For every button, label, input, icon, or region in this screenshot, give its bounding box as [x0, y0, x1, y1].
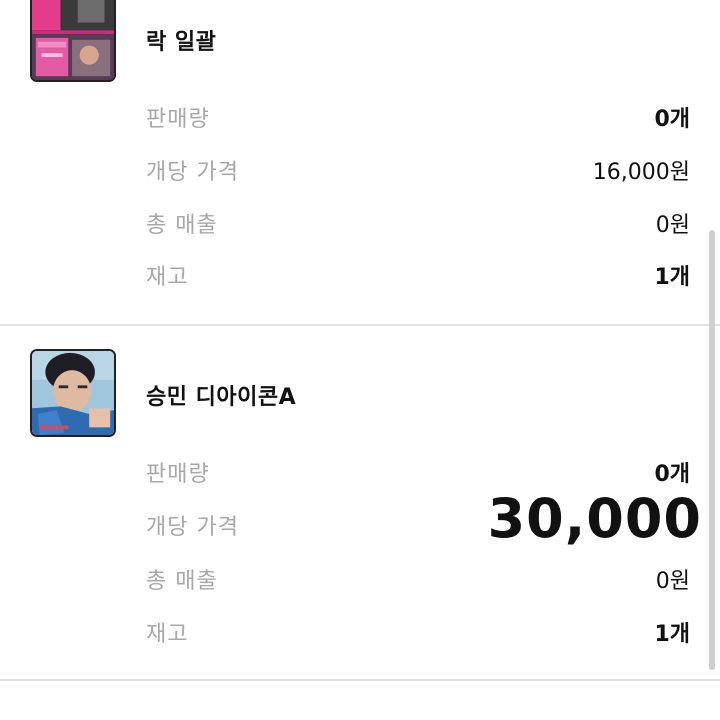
stat-row-total-revenue: 총 매출 0원	[146, 563, 690, 595]
stat-row-unit-price: 개당 가격 16,000원	[146, 154, 690, 186]
stat-label: 개당 가격	[146, 515, 239, 540]
stat-value: 16,000원	[592, 160, 690, 185]
stat-label: 재고	[146, 622, 189, 647]
product-card[interactable]: 락 일괄 판매량 0개 개당 가격 16,000원 총 매출 0원 재고 1개	[0, 0, 720, 325]
product-name: 락 일괄	[146, 30, 217, 55]
stat-label: 재고	[146, 265, 189, 290]
product-thumbnail[interactable]	[30, 349, 116, 437]
stat-label: 총 매출	[146, 213, 218, 238]
stat-row-unit-price: 개당 가격 30,000	[146, 487, 701, 550]
stat-row-total-revenue: 총 매출 0원	[146, 207, 690, 239]
photo-card-image	[32, 351, 114, 435]
card-divider	[0, 679, 720, 681]
scrollbar[interactable]	[709, 230, 715, 670]
stat-row-stock: 재고 1개	[146, 616, 690, 648]
stat-label: 판매량	[146, 107, 210, 132]
stat-label: 판매량	[146, 462, 210, 487]
stat-value: 0개	[654, 107, 690, 132]
product-name: 승민 디아이콘A	[146, 385, 297, 410]
stat-value: 0원	[655, 569, 690, 594]
stat-row-sales-count: 판매량 0개	[146, 456, 690, 488]
stat-value: 1개	[654, 265, 690, 290]
stat-value: 0원	[655, 213, 690, 238]
sales-screen: 락 일괄 판매량 0개 개당 가격 16,000원 총 매출 0원 재고 1개	[0, 0, 720, 720]
stat-row-stock: 재고 1개	[146, 259, 690, 291]
product-thumbnail[interactable]	[30, 0, 116, 82]
product-card[interactable]: 승민 디아이콘A 판매량 0개 개당 가격 30,000 총 매출 0원 재고 …	[0, 326, 720, 681]
stat-value-large: 30,000	[487, 487, 702, 550]
album-cover-image	[32, 0, 114, 80]
stat-row-sales-count: 판매량 0개	[146, 101, 690, 133]
stat-label: 개당 가격	[146, 160, 239, 185]
stat-label: 총 매출	[146, 569, 218, 594]
stat-value: 1개	[654, 622, 690, 647]
stat-value: 0개	[654, 462, 690, 487]
